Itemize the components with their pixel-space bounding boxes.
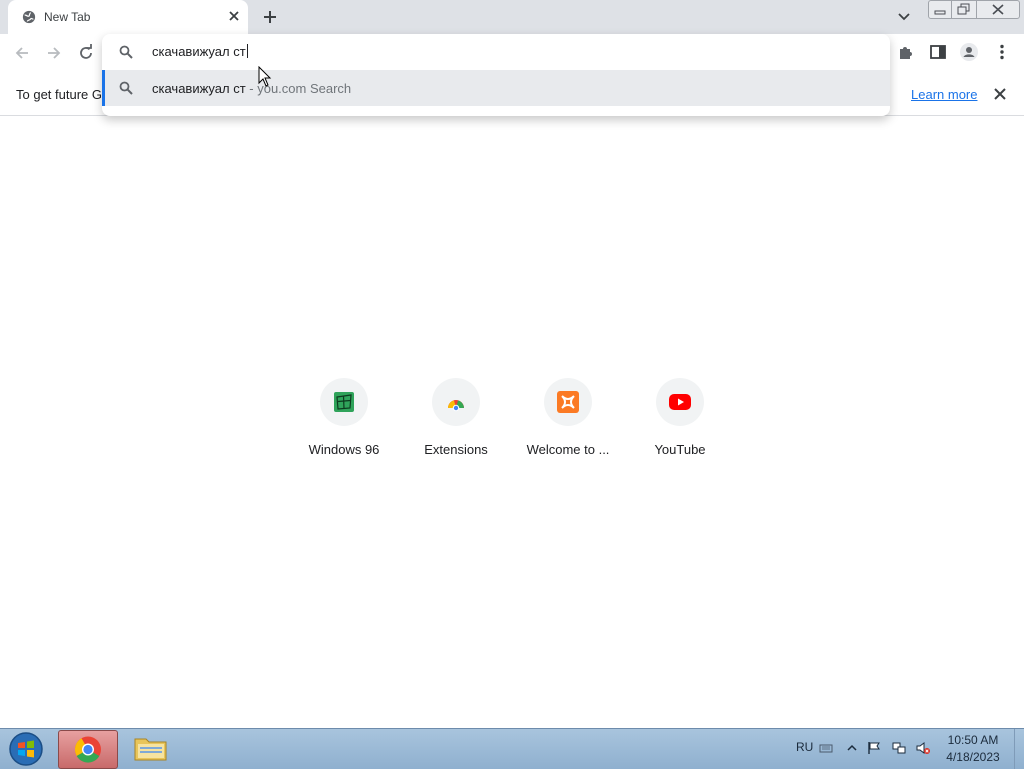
back-arrow-icon[interactable] <box>12 43 32 63</box>
new-tab-plus-icon[interactable] <box>260 7 280 27</box>
youtube-icon <box>669 394 691 410</box>
taskbar-explorer-button[interactable] <box>122 730 180 767</box>
mouse-pointer-icon <box>258 66 272 87</box>
restore-button[interactable] <box>951 0 977 19</box>
restore-icon <box>957 3 970 15</box>
forward-arrow-icon[interactable] <box>44 43 64 63</box>
shortcut-label: Extensions <box>424 442 488 457</box>
action-center-flag-icon[interactable] <box>867 741 881 755</box>
shortcut-label: YouTube <box>654 442 706 457</box>
window-close-button[interactable] <box>976 0 1020 19</box>
tab-new-tab[interactable]: New Tab <box>8 0 248 34</box>
omnibox-popup: скачавижуал ст скачавижуал ст - you.com … <box>102 34 890 116</box>
shortcut-tile[interactable]: Windows 96 <box>288 376 400 466</box>
infobar-message: To get future G <box>16 87 102 102</box>
network-icon[interactable] <box>892 741 906 755</box>
omnibox-text: скачавижуал ст <box>152 44 246 59</box>
extensions-puzzle-icon[interactable] <box>896 42 916 62</box>
tab-search-chevron-icon[interactable] <box>896 8 912 24</box>
shortcut-tile[interactable]: YouTube <box>624 376 736 466</box>
profile-avatar-icon[interactable] <box>959 42 979 62</box>
omnibox-suggestion[interactable]: скачавижуал ст - you.com Search <box>102 70 890 106</box>
learn-more-link[interactable]: Learn more <box>911 87 977 102</box>
start-button-windows-icon[interactable] <box>6 731 46 767</box>
text-caret <box>246 44 248 58</box>
keyboard-icon[interactable] <box>819 741 833 755</box>
show-hidden-icons-chevron-icon[interactable] <box>845 741 859 755</box>
chrome-extensions-icon <box>448 400 464 412</box>
search-icon <box>119 81 133 95</box>
window-close-icon <box>992 4 1004 15</box>
minimize-icon <box>934 10 946 15</box>
taskbar-chrome-button[interactable] <box>58 730 118 769</box>
shortcut-tile[interactable]: Extensions <box>400 376 512 466</box>
globe-icon <box>22 10 36 24</box>
shortcut-tile[interactable]: Welcome to ... <box>512 376 624 466</box>
menu-kebab-icon[interactable] <box>992 42 1012 62</box>
tab-strip: New Tab <box>0 0 1024 34</box>
shortcut-label: Windows 96 <box>308 442 380 457</box>
side-panel-icon[interactable] <box>928 42 948 62</box>
search-icon <box>119 45 133 59</box>
xampp-icon <box>557 391 579 413</box>
shortcut-label: Welcome to ... <box>526 442 610 457</box>
suggestion-selected-indicator <box>102 70 105 106</box>
show-desktop-button[interactable] <box>1014 729 1024 769</box>
language-indicator[interactable]: RU <box>796 740 813 754</box>
chrome-icon <box>74 736 101 763</box>
infobar-close-icon[interactable] <box>992 86 1008 102</box>
suggestion-query: скачавижуал ст <box>152 81 246 96</box>
reload-icon[interactable] <box>76 43 96 63</box>
clock-time[interactable]: 10:50 AM <box>936 733 1010 747</box>
windows96-icon <box>334 392 354 412</box>
folder-icon <box>134 738 167 761</box>
volume-muted-icon[interactable] <box>916 741 930 755</box>
clock-date[interactable]: 4/18/2023 <box>936 750 1010 764</box>
taskbar: RU 10:50 AM 4/18/2023 <box>0 728 1024 769</box>
tab-title: New Tab <box>44 10 91 24</box>
close-tab-icon[interactable] <box>226 8 242 24</box>
omnibox-input[interactable]: скачавижуал ст <box>102 34 890 70</box>
minimize-button[interactable] <box>928 0 952 19</box>
